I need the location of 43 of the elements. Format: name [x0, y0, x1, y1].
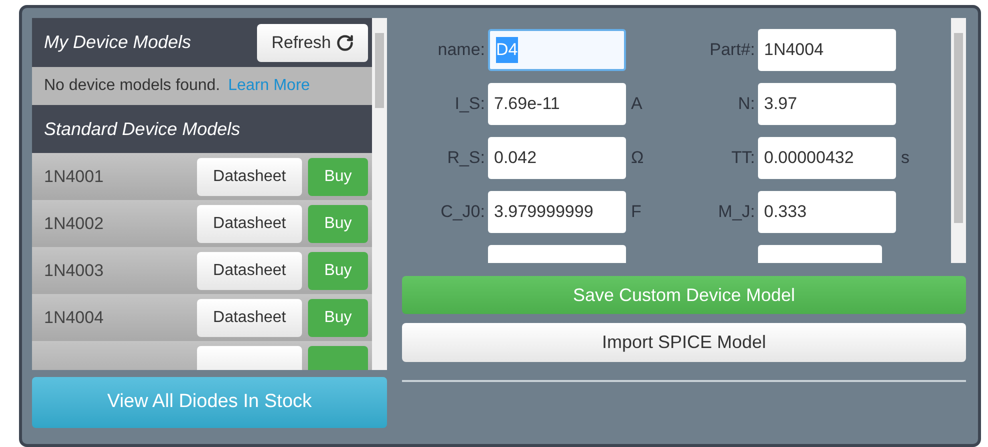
field-label: name: [436, 39, 486, 62]
field-label: N: [737, 93, 756, 116]
part-number: 1N4001 [44, 166, 105, 188]
scrollbar[interactable] [372, 18, 387, 370]
field-value: 3.979999999 [494, 201, 594, 224]
refresh-button[interactable]: Refresh [257, 24, 368, 62]
scrollbar[interactable] [951, 18, 966, 263]
unit-label: s [901, 148, 910, 168]
import-button[interactable]: Import SPICE Model [402, 323, 966, 362]
field-value: 3.97 [764, 93, 798, 116]
input-field[interactable]: 0.00000432 [758, 137, 896, 179]
field-label: M_J: [717, 201, 756, 224]
section-title: Standard Device Models [44, 118, 240, 140]
field-value: 0.00000432 [764, 147, 854, 170]
field-label: C_J0: [440, 201, 486, 224]
input-field[interactable]: 0.042 [488, 137, 626, 179]
section-title: My Device Models [44, 31, 192, 54]
part-number: 1N4004 [44, 306, 105, 329]
input-field[interactable]: 3.97 [758, 83, 896, 125]
datasheet-button[interactable]: Datasheet [197, 252, 302, 290]
input-field[interactable]: 3.979999999 [488, 191, 626, 233]
field-label: TT: [730, 147, 756, 170]
field-value: 0.333 [764, 201, 807, 224]
datasheet-button[interactable]: Datasheet [197, 298, 302, 336]
field-label: I_S: [454, 93, 486, 116]
datasheet-button[interactable]: Datasheet [197, 158, 302, 196]
field-value: 1N4004 [764, 39, 824, 62]
unit-label: F [631, 202, 642, 222]
field-label: R_S: [446, 147, 486, 170]
input-field[interactable]: 7.69e-11 [488, 83, 626, 125]
field-value: 7.69e-11 [494, 93, 560, 116]
part-number: 1N4002 [44, 212, 105, 235]
field-label: Part#: [708, 39, 756, 62]
part-number: 1N4003 [44, 260, 105, 282]
field-value: D4 [496, 37, 518, 63]
unit-label: Ω [631, 148, 644, 168]
input-field[interactable]: 1N4004 [758, 29, 896, 71]
refresh-icon [336, 34, 354, 52]
input-field[interactable]: 0.333 [758, 191, 896, 233]
unit-label: A [631, 94, 642, 114]
empty-message: No device models found. [44, 76, 220, 96]
datasheet-button[interactable]: Datasheet [197, 204, 302, 242]
field-value: 0.042 [494, 147, 537, 170]
